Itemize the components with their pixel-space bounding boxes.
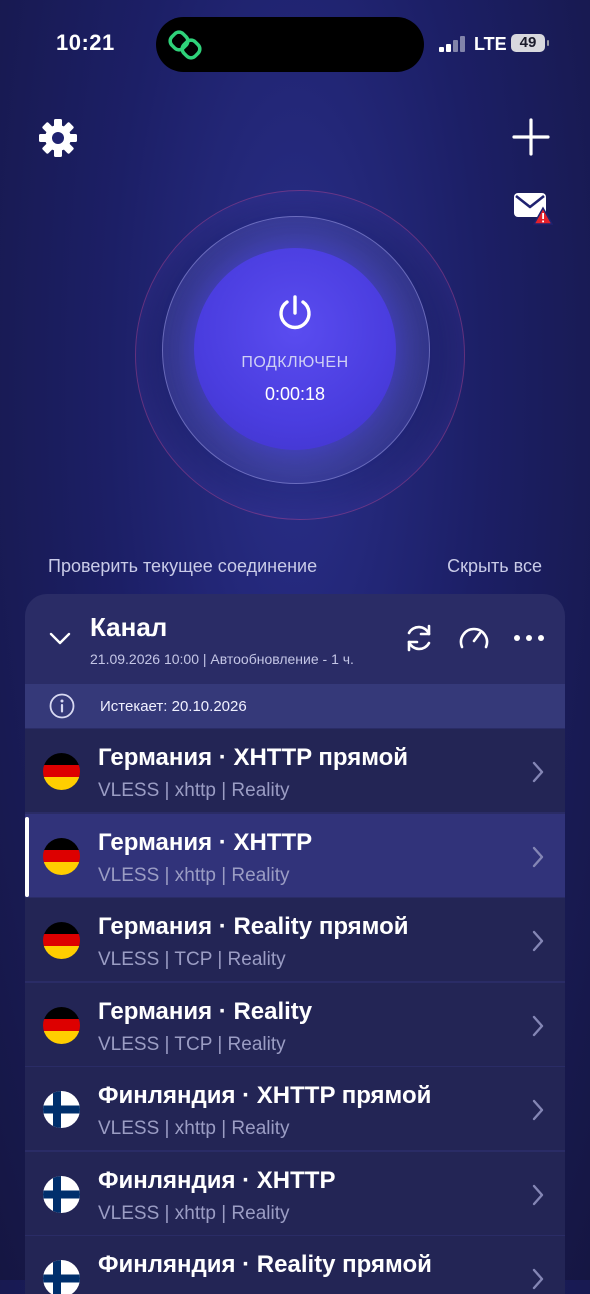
speed-test-icon[interactable] — [457, 622, 491, 654]
more-icon[interactable] — [513, 632, 545, 644]
server-row[interactable]: Германия · Reality прямой VLESS | TCP | R… — [25, 898, 565, 981]
server-name: Финляндия · XHTTP прямой — [98, 1082, 432, 1109]
status-time: 10:21 — [56, 30, 115, 55]
chevron-right-icon — [532, 761, 544, 783]
finland-flag-icon — [43, 1091, 80, 1128]
chevron-right-icon — [532, 1268, 544, 1290]
vpn-app-icon — [168, 30, 202, 60]
server-row[interactable]: Финляндия · Reality прямой — [25, 1236, 565, 1294]
power-icon — [279, 295, 311, 330]
server-name: Германия · Reality — [98, 997, 313, 1025]
chevron-down-icon[interactable] — [49, 627, 71, 649]
dynamic-island — [156, 17, 424, 72]
chevron-right-icon — [532, 846, 544, 867]
channel-panel: Канал 21.09.2026 10:00 | Автообновление … — [25, 594, 565, 1294]
add-icon[interactable] — [512, 118, 550, 156]
server-protocol: VLESS | xhttp | Reality — [98, 780, 290, 801]
expiry-text: Истекает: 20.10.2026 — [100, 698, 247, 715]
hide-all-link[interactable]: Скрыть все — [447, 556, 542, 577]
germany-flag-icon — [43, 922, 80, 959]
server-protocol: VLESS | TCP | Reality — [98, 949, 286, 970]
server-name: Финляндия · XHTTP — [98, 1166, 336, 1194]
check-connection-link[interactable]: Проверить текущее соединение — [48, 556, 317, 577]
connection-status: ПОДКЛЮЧЕН — [241, 354, 349, 371]
gear-icon[interactable] — [36, 116, 80, 160]
network-type: LTE — [474, 34, 507, 54]
server-name: Германия · Reality прямой — [98, 913, 409, 940]
germany-flag-icon — [43, 837, 80, 875]
channel-meta: 21.09.2026 10:00 | Автообновление - 1 ч. — [90, 651, 354, 667]
germany-flag-icon — [43, 1006, 80, 1044]
server-name: Финляндия · Reality прямой — [98, 1251, 432, 1278]
server-name: Германия · XHTTP прямой — [98, 744, 409, 771]
server-row[interactable]: Германия · Reality VLESS | TCP | Reality — [25, 982, 565, 1066]
finland-flag-icon — [43, 1260, 80, 1294]
connection-timer: 0:00:18 — [264, 384, 326, 404]
selected-indicator — [25, 816, 29, 897]
mail-alert-icon[interactable] — [512, 190, 554, 226]
chevron-right-icon — [532, 1184, 544, 1205]
channel-title: Канал — [90, 612, 168, 642]
signal-icon — [439, 36, 467, 52]
chevron-right-icon — [532, 1015, 544, 1036]
server-row[interactable]: Германия · XHTTP VLESS | xhttp | Reality — [25, 813, 565, 897]
server-row[interactable]: Финляндия · XHTTP прямой VLESS | xhttp | … — [25, 1067, 565, 1150]
battery-icon: 49 — [511, 34, 549, 52]
germany-flag-icon — [43, 753, 80, 790]
chevron-right-icon — [532, 930, 544, 952]
refresh-icon[interactable] — [403, 622, 435, 654]
chevron-right-icon — [532, 1099, 544, 1121]
server-name: Германия · XHTTP — [98, 828, 313, 856]
server-protocol: VLESS | xhttp | Reality — [98, 864, 290, 886]
server-protocol: VLESS | TCP | Reality — [98, 1033, 286, 1055]
finland-flag-icon — [43, 1175, 80, 1213]
info-icon — [49, 693, 75, 719]
expiry-bar: Истекает: 20.10.2026 — [25, 684, 565, 728]
power-button[interactable] — [194, 248, 396, 450]
server-row[interactable]: Финляндия · XHTTP VLESS | xhttp | Reality — [25, 1151, 565, 1235]
server-protocol: VLESS | xhttp | Reality — [98, 1118, 290, 1139]
server-row[interactable]: Германия · XHTTP прямой VLESS | xhttp | R… — [25, 729, 565, 812]
server-protocol: VLESS | xhttp | Reality — [98, 1202, 290, 1224]
